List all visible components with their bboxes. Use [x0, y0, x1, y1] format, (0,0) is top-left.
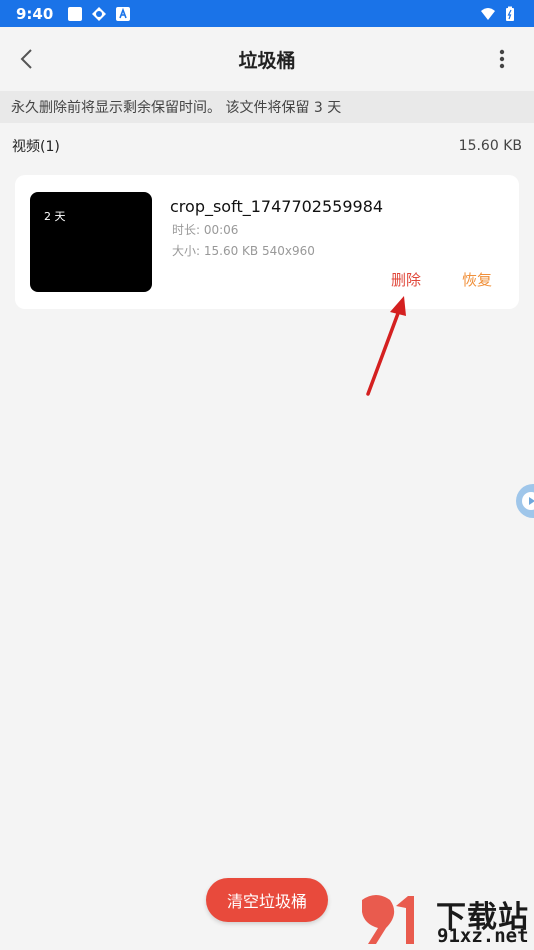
section-label: 视频(1): [12, 139, 60, 155]
battery-icon: [506, 6, 514, 21]
status-system-icons: [480, 6, 518, 22]
square-notification-icon: [68, 6, 83, 21]
restore-button[interactable]: 恢复: [462, 269, 492, 290]
wifi-icon: [481, 7, 495, 20]
status-notification-icons: [67, 6, 131, 22]
more-options-button[interactable]: [488, 45, 516, 73]
file-size: 大小: 15.60 KB 540x960: [172, 244, 315, 258]
play-icon: [522, 492, 534, 510]
file-name: crop_soft_1747702559984: [170, 197, 384, 216]
trash-item-card[interactable]: 2 天 crop_soft_1747702559984 时长: 00:06 大小…: [15, 175, 519, 309]
red-arrow-annotation: [366, 296, 406, 396]
app-notification-icon: [92, 6, 107, 21]
watermark-url-text: 91xz.net: [437, 925, 529, 947]
section-header: 视频(1) 15.60 KB: [0, 131, 534, 161]
back-button[interactable]: [12, 45, 40, 73]
days-remaining-badge: 2 天: [44, 210, 66, 223]
video-thumbnail[interactable]: 2 天: [30, 192, 152, 292]
empty-trash-button[interactable]: 清空垃圾桶: [206, 878, 328, 922]
chevron-left-icon: [20, 49, 32, 69]
status-time: 9:40: [16, 4, 54, 23]
status-bar: 9:40: [0, 0, 534, 27]
delete-button[interactable]: 删除: [391, 269, 421, 290]
file-duration: 时长: 00:06: [172, 223, 239, 237]
title-bar: 垃圾桶: [0, 27, 534, 91]
retention-notice: 永久删除前将显示剩余保留时间。 该文件将保留 3 天: [0, 91, 534, 123]
more-vertical-icon: [499, 49, 505, 69]
a-notification-icon: [116, 6, 131, 21]
section-total-size: 15.60 KB: [458, 138, 522, 154]
floating-play-button[interactable]: [516, 484, 534, 518]
page-title: 垃圾桶: [238, 49, 296, 72]
